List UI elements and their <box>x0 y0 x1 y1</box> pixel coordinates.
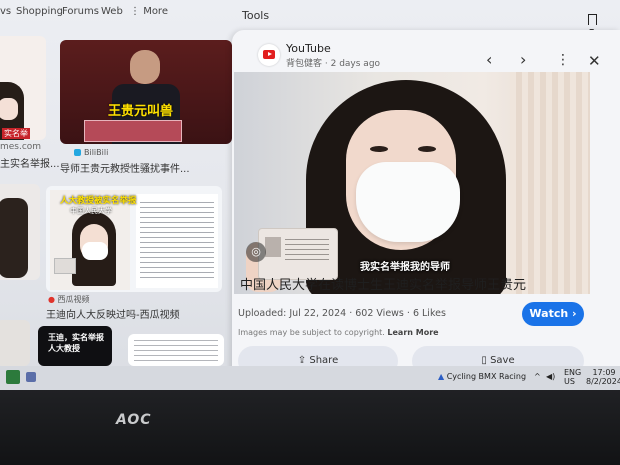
man-face <box>130 50 160 84</box>
tab-more-label: More <box>143 6 168 17</box>
person-hair <box>0 198 28 278</box>
podium <box>84 120 182 142</box>
tab-forums[interactable]: Forums <box>62 6 99 17</box>
result-caption-2[interactable]: 导师王贵元教授性骚扰事件... <box>60 160 190 175</box>
chevron-right-icon[interactable]: › <box>520 50 526 69</box>
person-face <box>0 98 18 120</box>
result-thumb-6[interactable] <box>0 320 30 366</box>
watch-button[interactable]: Watch › <box>522 302 584 326</box>
document-lines <box>134 340 218 362</box>
image-preview-panel: YouTube 背包健客 · 2 days ago ‹ › ⋮ ✕ ◎ 我实名举… <box>232 30 620 390</box>
save-label: Save <box>490 355 515 366</box>
tools-button[interactable]: Tools <box>242 9 269 22</box>
bookmark-icon <box>588 14 597 25</box>
watch-label: Watch <box>529 307 569 320</box>
source-name: 西瓜视频 <box>57 295 90 304</box>
region-code: US <box>564 377 575 386</box>
view-count: 602 Views <box>355 308 404 319</box>
result-thumb-3[interactable]: 人大教授被实名举报 中国人民大学 <box>46 186 222 292</box>
copyright-notice: Images may be subject to copyright. Lear… <box>238 328 439 337</box>
result-caption-3[interactable]: 王迪向人大反映过吗-西瓜视频 <box>46 306 180 321</box>
curtain <box>510 72 590 294</box>
upload-date: Uploaded: Jul 22, 2024 <box>238 308 347 319</box>
now-playing-title: Cycling BMX Racing <box>446 372 527 381</box>
woman-eye-right <box>418 146 436 152</box>
lang-code: ENG <box>564 368 582 377</box>
clock[interactable]: 17:09 8/2/2024 <box>586 368 620 386</box>
face-mask <box>356 162 460 242</box>
woman-eye-left <box>370 146 388 152</box>
channel-name: 背包健客 <box>286 59 323 69</box>
result-source-3: ● 西瓜视频 <box>48 294 90 305</box>
result-source-1: mes.com <box>0 142 42 152</box>
thumb-overlay-top: 人大教授被实名举报 <box>60 196 137 206</box>
tab-web[interactable]: Web <box>101 6 123 17</box>
video-stats: Uploaded: Jul 22, 2024 · 602 Views · 6 L… <box>238 308 446 319</box>
app-icon[interactable] <box>26 372 36 382</box>
thumb-overlay-sub: 中国人民大学 <box>70 207 112 215</box>
now-playing-widget[interactable]: ▲ Cycling BMX Racing <box>438 372 526 381</box>
excel-app-icon[interactable] <box>6 370 20 384</box>
source-site-name[interactable]: YouTube <box>286 42 331 55</box>
video-preview-image[interactable]: ◎ 我实名举报我的导师 <box>234 72 590 294</box>
clock-time: 17:09 <box>592 368 616 377</box>
speaker-icon[interactable]: ◀) <box>546 372 555 381</box>
document-lines <box>140 202 214 282</box>
result-thumb-1[interactable]: 实名举 <box>0 36 46 140</box>
thumb-overlay-text: 王迪，实名举报 人大教授 <box>48 333 104 353</box>
like-count: 6 Likes <box>412 308 446 319</box>
search-tabs: vs Shopping Forums Web ⋮ More <box>0 0 620 26</box>
source-meta: 背包健客 · 2 days ago <box>286 59 381 69</box>
thumb-badge: 实名举 <box>2 128 30 139</box>
browser-screen: vs Shopping Forums Web ⋮ More Tools Save… <box>0 0 620 390</box>
youtube-icon <box>258 44 280 66</box>
monitor-bezel <box>0 390 620 465</box>
more-options-icon[interactable]: ⋮ <box>556 52 570 68</box>
tab-shopping[interactable]: Shopping <box>16 6 63 17</box>
girl-mask <box>82 242 108 260</box>
monitor-brand-logo: AOC <box>116 412 152 428</box>
id-card <box>54 258 76 274</box>
tab-all[interactable]: vs <box>0 6 11 17</box>
music-icon: ▲ <box>438 372 445 381</box>
document-image <box>136 194 218 288</box>
result-thumb-5[interactable] <box>0 184 40 280</box>
google-lens-icon[interactable]: ◎ <box>246 242 266 262</box>
share-icon: ⇪ <box>297 355 307 366</box>
more-dots-icon: ⋮ <box>130 6 144 17</box>
chevron-right-icon: › <box>572 307 577 320</box>
id-text-lines <box>285 239 329 263</box>
video-title[interactable]: 中国人民大学在读博士生王迪实名举报导师王贵元 <box>240 274 526 293</box>
tab-more[interactable]: ⋮ More <box>130 6 168 17</box>
language-indicator[interactable]: ENG US <box>564 368 581 386</box>
result-thumb-2[interactable]: 王贵元叫兽 <box>60 40 232 144</box>
bilibili-icon <box>74 149 81 156</box>
post-age: 2 days ago <box>330 59 381 69</box>
bookmark-icon: ▯ <box>481 355 487 366</box>
chevron-up-icon[interactable]: ^ <box>534 372 541 381</box>
taskbar: ▲ Cycling BMX Racing ^ ◀) ENG US 17:09 8/2… <box>0 366 620 390</box>
result-source-2: BiliBili <box>74 148 108 157</box>
id-card <box>258 228 338 280</box>
result-thumb-4[interactable]: 王迪，实名举报 人大教授 <box>38 326 112 366</box>
id-photo <box>265 237 281 257</box>
result-caption-1[interactable]: 主实名举报... <box>0 155 60 170</box>
share-label: Share <box>309 355 339 366</box>
learn-more-link[interactable]: Learn More <box>387 328 438 337</box>
source-name: BiliBili <box>84 148 109 157</box>
chevron-left-icon[interactable]: ‹ <box>486 50 492 69</box>
result-thumb-7[interactable] <box>128 334 224 366</box>
thumb-overlay-text: 王贵元叫兽 <box>108 104 174 119</box>
clock-date: 8/2/2024 <box>586 377 620 386</box>
copyright-text: Images may be subject to copyright. <box>238 328 385 337</box>
video-subtitle: 我实名举报我的导师 <box>360 262 450 273</box>
close-icon[interactable]: ✕ <box>588 52 601 70</box>
location-pin-icon: ● <box>48 295 55 304</box>
